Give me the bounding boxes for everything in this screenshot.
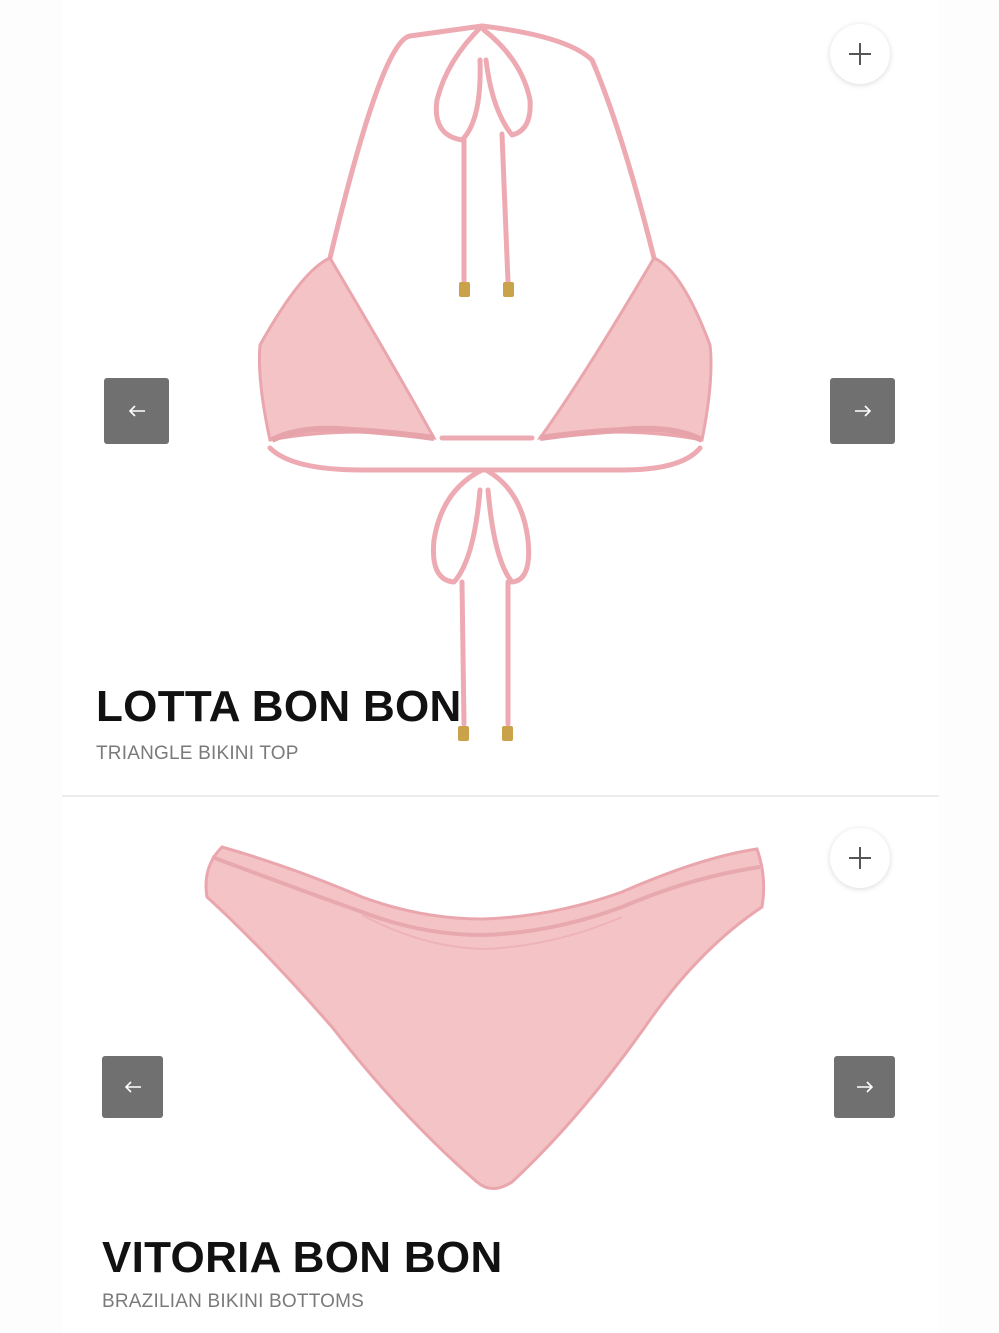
next-image-button-bottoms[interactable] [834,1056,895,1118]
product-subtitle: TRIANGLE BIKINI TOP [96,743,299,764]
plus-icon [849,43,871,65]
plus-icon [849,847,871,869]
prev-image-button-top[interactable] [104,378,169,444]
add-to-cart-button-bottoms[interactable] [830,828,890,888]
product-title[interactable]: LOTTA BON BON [96,682,462,732]
next-image-button-top[interactable] [830,378,895,444]
right-margin [939,0,999,1333]
add-to-cart-button-top[interactable] [830,24,890,84]
product-card-bikini-bottoms[interactable]: VITORIA BON BON BRAZILIAN BIKINI BOTTOMS [62,797,939,1333]
product-image-bikini-top[interactable] [62,0,939,795]
product-card-bikini-top[interactable]: LOTTA BON BON TRIANGLE BIKINI TOP [62,0,939,795]
arrow-left-icon [124,1081,141,1093]
left-margin [0,0,62,1333]
product-list-page: LOTTA BON BON TRIANGLE BIKINI TOP VITORI… [0,0,999,1333]
arrow-right-icon [854,405,871,417]
prev-image-button-bottoms[interactable] [102,1056,163,1118]
product-subtitle: BRAZILIAN BIKINI BOTTOMS [102,1291,365,1312]
arrow-left-icon [128,405,145,417]
product-title[interactable]: VITORIA BON BON [102,1233,503,1283]
arrow-right-icon [856,1081,873,1093]
